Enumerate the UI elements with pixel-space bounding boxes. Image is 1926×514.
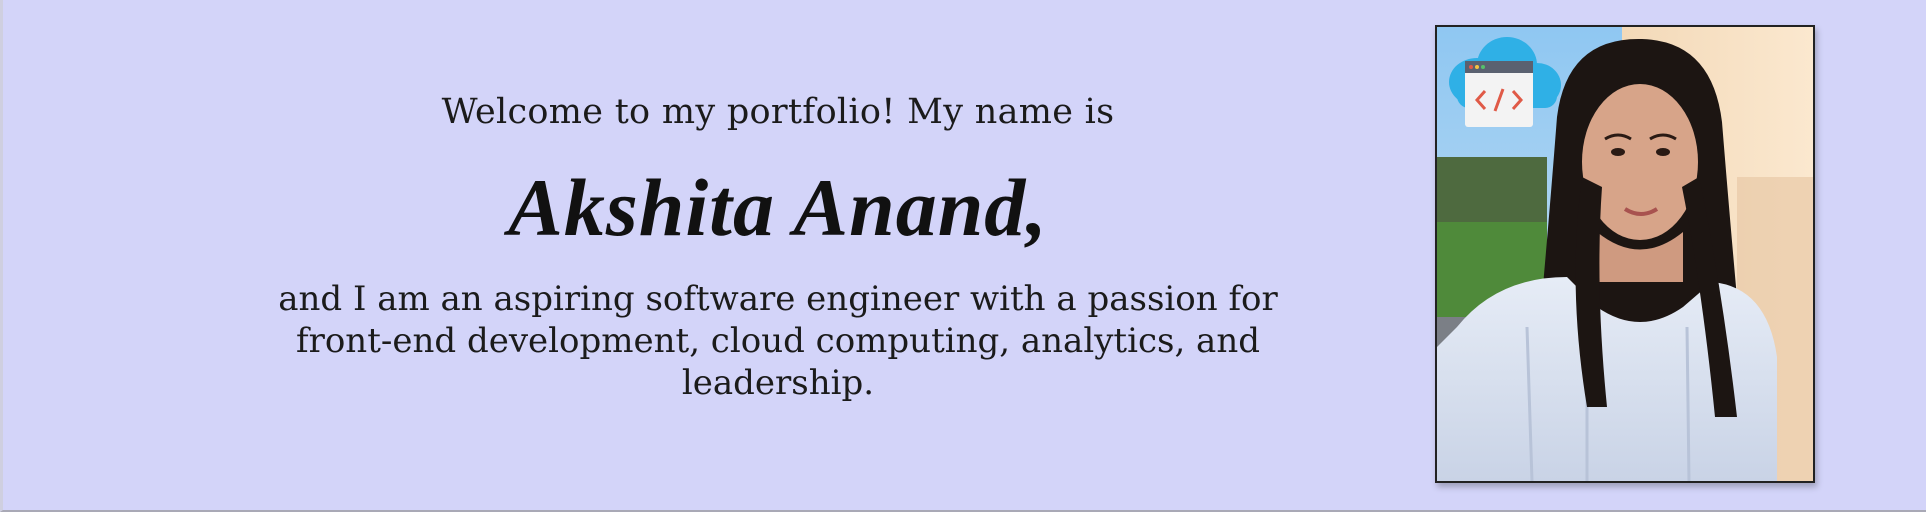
name-heading: Akshita Anand, [508, 162, 1048, 253]
hero-section: Welcome to my portfolio! My name is Aksh… [0, 0, 1926, 512]
welcome-text: Welcome to my portfolio! My name is [441, 92, 1115, 132]
profile-photo [1435, 25, 1815, 483]
bio-text: and I am an aspiring software engineer w… [278, 279, 1278, 403]
intro-block: Welcome to my portfolio! My name is Aksh… [233, 90, 1323, 404]
